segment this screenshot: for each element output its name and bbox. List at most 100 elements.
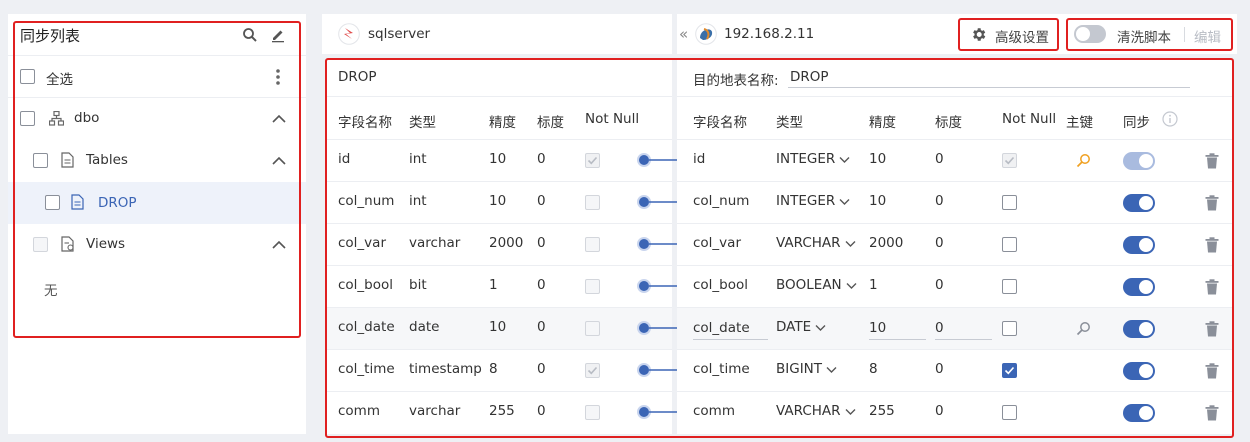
tree-item-schema[interactable]: dbo	[8, 98, 306, 140]
chevron-down-icon[interactable]	[846, 282, 857, 290]
target-precision-input[interactable]: 10	[869, 318, 926, 340]
document-icon	[61, 152, 74, 168]
chevron-down-icon[interactable]	[845, 408, 856, 416]
source-field-row: col_time timestamp 8 0	[326, 349, 672, 391]
search-icon[interactable]	[242, 27, 258, 43]
source-not-null-checkbox	[585, 237, 600, 252]
target-field-scale: 0	[935, 361, 944, 377]
target-field-scale: 0	[935, 151, 944, 167]
target-field-precision: 2000	[869, 235, 904, 251]
chevron-down-icon[interactable]	[845, 240, 856, 248]
target-field-name: col_date	[693, 320, 750, 336]
tree-item-table-drop[interactable]: DROP	[8, 182, 306, 224]
tables-checkbox[interactable]	[33, 153, 48, 168]
edit-button[interactable]: 编辑	[1194, 26, 1221, 46]
sync-toggle[interactable]	[1123, 236, 1155, 254]
trash-icon[interactable]	[1205, 321, 1219, 337]
trash-icon[interactable]	[1205, 279, 1219, 295]
target-not-null-checkbox[interactable]	[1002, 363, 1017, 378]
primary-key-icon[interactable]	[1076, 321, 1091, 336]
source-header-not-null: Not Null	[585, 111, 640, 127]
source-header-precision: 精度	[489, 115, 516, 131]
target-field-type: BOOLEAN	[776, 277, 842, 293]
target-table-name-input[interactable]: DROP	[788, 66, 1190, 88]
trash-icon[interactable]	[1205, 237, 1219, 253]
sync-list-title: 同步列表	[20, 27, 81, 45]
target-not-null-checkbox[interactable]	[1002, 195, 1017, 210]
source-not-null-checkbox	[585, 279, 600, 294]
source-field-precision: 10	[489, 193, 507, 209]
tree-item-tables[interactable]: Tables	[8, 140, 306, 182]
source-not-null-checkbox	[585, 195, 600, 210]
select-all-label: 全选	[46, 72, 73, 88]
sync-toggle[interactable]	[1123, 320, 1155, 338]
target-scale-input[interactable]: 0	[935, 318, 992, 340]
source-field-name: col_time	[338, 361, 395, 377]
chevron-down-icon[interactable]	[839, 156, 850, 164]
sync-list-panel: 同步列表 全选 dbo Tables DROP Views 无	[8, 14, 306, 434]
schema-checkbox[interactable]	[20, 111, 35, 126]
chevron-up-icon[interactable]	[272, 114, 286, 123]
chevron-down-icon[interactable]	[839, 198, 850, 206]
target-field-name-input[interactable]: col_date	[693, 318, 768, 340]
source-table-panel: DROP 字段名称 类型 精度 标度 Not Null id int 10 0 col_…	[326, 60, 672, 434]
table-document-icon	[71, 194, 84, 210]
trash-icon[interactable]	[1205, 405, 1219, 421]
views-empty-row: 无	[8, 266, 306, 308]
info-icon[interactable]	[1162, 111, 1178, 127]
trash-icon[interactable]	[1205, 195, 1219, 211]
target-field-name: col_bool	[693, 277, 749, 293]
source-field-row: col_num int 10 0	[326, 181, 672, 223]
target-field-row: comm 255 0 VARCHAR	[677, 391, 1232, 433]
table-drop-checkbox[interactable]	[45, 195, 60, 210]
schema-label: dbo	[74, 110, 100, 126]
chevron-down-icon[interactable]	[815, 324, 826, 332]
sync-toggle[interactable]	[1123, 194, 1155, 212]
target-not-null-checkbox[interactable]	[1002, 405, 1017, 420]
target-not-null-checkbox[interactable]	[1002, 279, 1017, 294]
sync-toggle[interactable]	[1123, 152, 1155, 170]
chevron-up-icon[interactable]	[272, 156, 286, 165]
more-vertical-icon[interactable]	[275, 68, 281, 86]
tree-item-views[interactable]: Views	[8, 224, 306, 266]
source-field-scale: 0	[537, 151, 546, 167]
chevron-up-icon[interactable]	[272, 240, 286, 249]
target-field-row: col_bool 1 0 BOOLEAN	[677, 265, 1232, 307]
chevron-down-icon[interactable]	[826, 366, 837, 374]
target-field-name: comm	[693, 403, 735, 419]
target-table-panel: 目的地表名称: DROP 字段名称 类型 精度 标度 Not Null 主键 同…	[677, 60, 1232, 434]
divider	[1184, 27, 1185, 42]
target-connection-header: « 192.168.2.11 高级设置 清洗脚本 编辑	[677, 14, 1237, 54]
target-header-type: 类型	[776, 115, 803, 131]
trash-icon[interactable]	[1205, 153, 1219, 169]
target-field-precision: 1	[869, 277, 878, 293]
source-field-name: comm	[338, 403, 380, 419]
views-checkbox[interactable]	[33, 237, 48, 252]
sync-toggle[interactable]	[1123, 278, 1155, 296]
target-field-type: INTEGER	[776, 193, 836, 209]
source-not-null-checkbox	[585, 153, 600, 168]
target-not-null-checkbox[interactable]	[1002, 321, 1017, 336]
clean-script-toggle[interactable]	[1074, 25, 1106, 43]
edit-icon[interactable]	[270, 27, 286, 43]
views-empty-text: 无	[44, 283, 58, 299]
source-field-precision: 2000	[489, 235, 524, 251]
source-not-null-checkbox	[585, 363, 600, 378]
target-field-type: VARCHAR	[776, 403, 841, 419]
target-not-null-checkbox[interactable]	[1002, 237, 1017, 252]
source-field-precision: 8	[489, 361, 498, 377]
target-type-select[interactable]: BIGINT	[776, 350, 861, 392]
advanced-settings-button[interactable]: 高级设置	[960, 18, 1060, 51]
source-field-row: col_var varchar 2000 0	[326, 223, 672, 265]
collapse-icon[interactable]: «	[679, 25, 688, 43]
select-all-row[interactable]: 全选	[8, 56, 306, 98]
primary-key-icon[interactable]	[1076, 153, 1091, 168]
trash-icon[interactable]	[1205, 363, 1219, 379]
source-header-type: 类型	[409, 115, 436, 131]
target-connection-name: 192.168.2.11	[724, 26, 815, 42]
select-all-checkbox[interactable]	[20, 69, 35, 84]
source-field-row: id int 10 0	[326, 139, 672, 181]
sync-toggle[interactable]	[1123, 362, 1155, 380]
source-field-type: date	[409, 319, 440, 335]
sync-toggle[interactable]	[1123, 404, 1155, 422]
